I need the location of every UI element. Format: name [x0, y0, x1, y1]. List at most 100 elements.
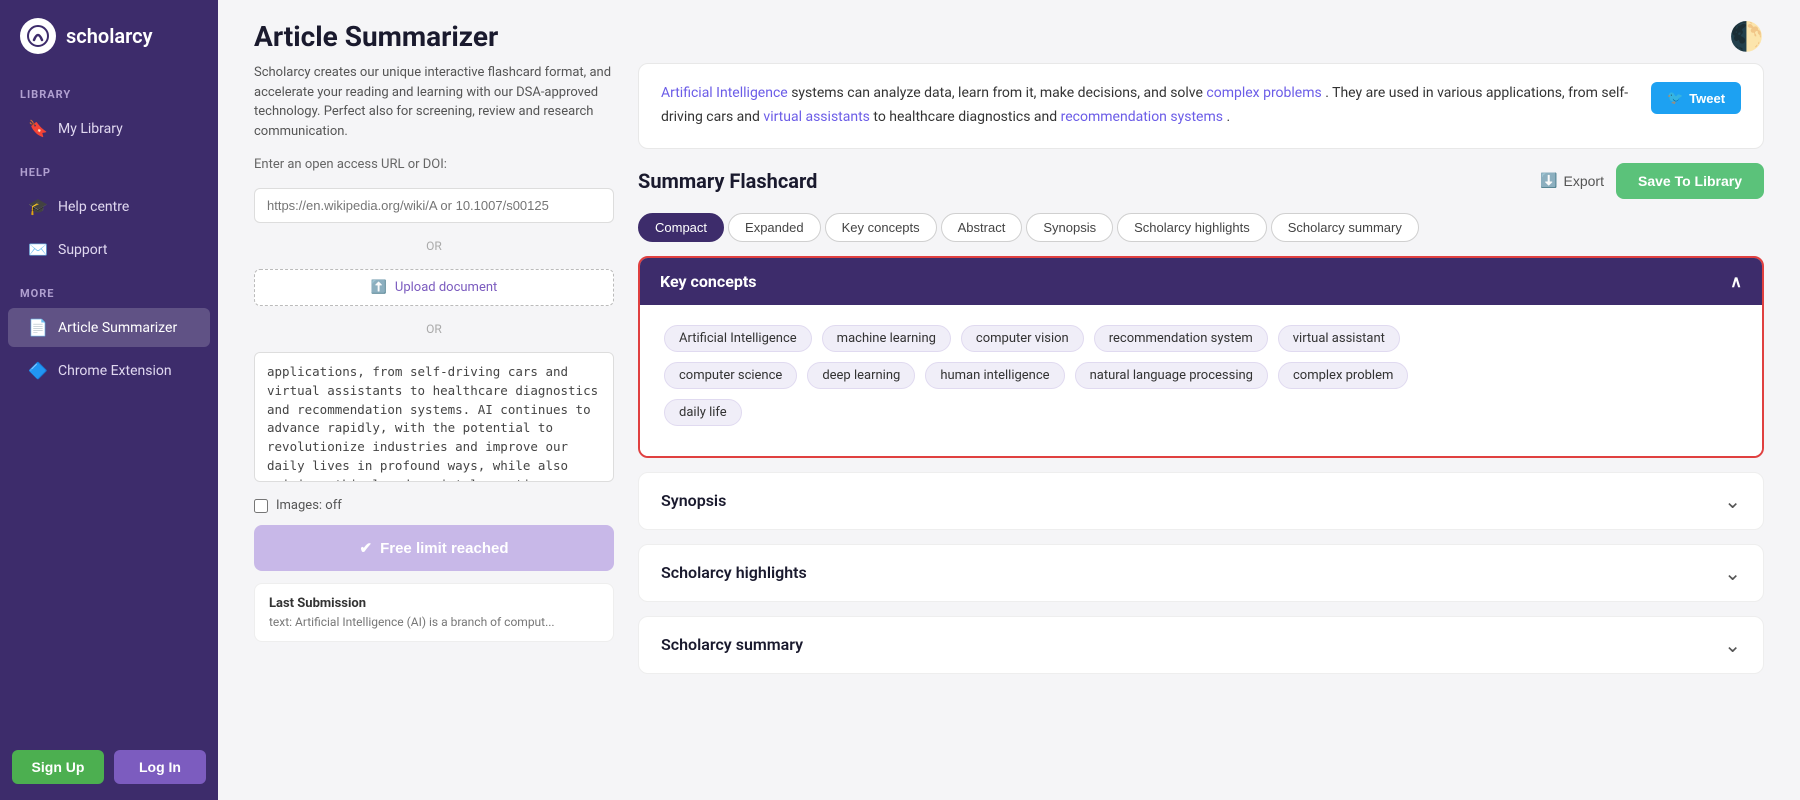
tag-recommendation-system[interactable]: recommendation system — [1094, 325, 1268, 352]
tab-key-concepts[interactable]: Key concepts — [825, 213, 937, 242]
accordion-scholarcy-summary[interactable]: Scholarcy summary ⌄ — [638, 616, 1764, 674]
tab-compact[interactable]: Compact — [638, 213, 724, 242]
support-label: Support — [58, 242, 107, 258]
sidebar-item-support[interactable]: ✉️ Support — [8, 230, 210, 269]
tag-computer-science[interactable]: computer science — [664, 362, 797, 389]
key-concepts-panel-body: Artificial Intelligence machine learning… — [640, 305, 1762, 456]
my-library-label: My Library — [58, 121, 123, 137]
right-column: Artificial Intelligence systems can anal… — [638, 63, 1764, 780]
export-label: Export — [1564, 173, 1604, 189]
tag-complex-problem[interactable]: complex problem — [1278, 362, 1408, 389]
article-textarea-wrapper: applications, from self-driving cars and… — [254, 352, 614, 486]
sidebar-item-my-library[interactable]: 🔖 My Library — [8, 109, 210, 148]
ai-link-virtual-assistants[interactable]: virtual assistants — [763, 109, 870, 125]
tab-abstract[interactable]: Abstract — [941, 213, 1023, 242]
tag-natural-language-processing[interactable]: natural language processing — [1075, 362, 1268, 389]
sidebar-item-article-summarizer[interactable]: 📄 Article Summarizer — [8, 308, 210, 347]
tag-virtual-assistant[interactable]: virtual assistant — [1278, 325, 1400, 352]
last-submission-card: Last Submission text: Artificial Intelli… — [254, 583, 614, 642]
ai-summary-text: Artificial Intelligence systems can anal… — [661, 82, 1635, 130]
ai-text-4: . — [1226, 109, 1230, 125]
ai-link-artificial-intelligence[interactable]: Artificial Intelligence — [661, 85, 788, 101]
synopsis-chevron-icon: ⌄ — [1724, 489, 1741, 513]
app-name: scholarcy — [66, 24, 153, 48]
free-limit-label: Free limit reached — [380, 540, 508, 557]
tags-row-3: daily life — [664, 399, 1738, 426]
tab-scholarcy-summary[interactable]: Scholarcy summary — [1271, 213, 1419, 242]
left-column: Scholarcy creates our unique interactive… — [254, 63, 614, 780]
article-textarea[interactable]: applications, from self-driving cars and… — [254, 352, 614, 482]
upload-document-button[interactable]: ⬆️ Upload document — [254, 269, 614, 306]
flashcard-header: Summary Flashcard ⬇️ Export Save To Libr… — [638, 163, 1764, 199]
tag-human-intelligence[interactable]: human intelligence — [925, 362, 1064, 389]
ai-text-3: to healthcare diagnostics and — [873, 109, 1060, 125]
key-concepts-panel-header[interactable]: Key concepts ∧ — [640, 258, 1762, 305]
scholarcy-highlights-title: Scholarcy highlights — [661, 563, 807, 582]
chrome-icon: 🔷 — [28, 361, 48, 380]
more-section-label: MORE — [0, 271, 218, 306]
accordion-synopsis[interactable]: Synopsis ⌄ — [638, 472, 1764, 530]
url-input[interactable] — [254, 188, 614, 223]
accordion-scholarcy-highlights[interactable]: Scholarcy highlights ⌄ — [638, 544, 1764, 602]
url-label: Enter an open access URL or DOI: — [254, 157, 614, 172]
library-section-label: LIBRARY — [0, 72, 218, 107]
logo-icon — [20, 18, 56, 54]
tweet-button[interactable]: 🐦 Tweet — [1651, 82, 1741, 114]
ai-summary-box: Artificial Intelligence systems can anal… — [638, 63, 1764, 149]
tabs-row: Compact Expanded Key concepts Abstract S… — [638, 213, 1764, 242]
ai-link-recommendation-systems[interactable]: recommendation systems — [1061, 109, 1223, 125]
tags-row-1: Artificial Intelligence machine learning… — [664, 325, 1738, 352]
scholarcy-summary-chevron-icon: ⌄ — [1724, 633, 1741, 657]
export-icon: ⬇️ — [1540, 172, 1557, 189]
main-header: Article Summarizer 🌓 — [218, 0, 1800, 63]
sidebar-logo: scholarcy — [0, 0, 218, 72]
export-button[interactable]: ⬇️ Export — [1540, 172, 1604, 189]
theme-toggle-button[interactable]: 🌓 — [1729, 20, 1764, 53]
scholarcy-summary-title: Scholarcy summary — [661, 635, 803, 654]
scholarcy-highlights-chevron-icon: ⌄ — [1724, 561, 1741, 585]
tag-artificial-intelligence[interactable]: Artificial Intelligence — [664, 325, 812, 352]
or-divider-2: OR — [254, 322, 614, 336]
article-icon: 📄 — [28, 318, 48, 337]
upload-icon: ⬆️ — [371, 280, 387, 295]
tab-scholarcy-highlights[interactable]: Scholarcy highlights — [1117, 213, 1267, 242]
checkmark-icon: ✔ — [360, 539, 373, 557]
tab-synopsis[interactable]: Synopsis — [1026, 213, 1113, 242]
free-limit-button[interactable]: ✔ Free limit reached — [254, 525, 614, 571]
key-concepts-panel: Key concepts ∧ Artificial Intelligence m… — [638, 256, 1764, 458]
content-area: Scholarcy creates our unique interactive… — [218, 63, 1800, 800]
page-title: Article Summarizer — [254, 20, 498, 53]
tag-machine-learning[interactable]: machine learning — [822, 325, 951, 352]
tab-expanded[interactable]: Expanded — [728, 213, 821, 242]
images-toggle-label[interactable]: Images: off — [254, 498, 614, 513]
tag-daily-life[interactable]: daily life — [664, 399, 742, 426]
flashcard-title: Summary Flashcard — [638, 169, 817, 193]
images-toggle-text: Images: off — [276, 498, 342, 513]
sidebar: scholarcy LIBRARY 🔖 My Library HELP 🎓 He… — [0, 0, 218, 800]
help-section-label: HELP — [0, 150, 218, 185]
last-submission-title: Last Submission — [269, 596, 599, 611]
bookmark-icon: 🔖 — [28, 119, 48, 138]
save-to-library-button[interactable]: Save To Library — [1616, 163, 1764, 199]
tweet-label: Tweet — [1689, 91, 1725, 106]
last-submission-text: text: Artificial Intelligence (AI) is a … — [269, 615, 599, 629]
sidebar-item-help-centre[interactable]: 🎓 Help centre — [8, 187, 210, 226]
key-concepts-title: Key concepts — [660, 272, 756, 291]
ai-link-complex-problems[interactable]: complex problems — [1206, 85, 1321, 101]
tags-row-2: computer science deep learning human int… — [664, 362, 1738, 389]
signup-button[interactable]: Sign Up — [12, 750, 104, 784]
login-button[interactable]: Log In — [114, 750, 206, 784]
ai-text-1: systems can analyze data, learn from it,… — [791, 85, 1206, 101]
images-checkbox[interactable] — [254, 499, 268, 513]
description-text: Scholarcy creates our unique interactive… — [254, 63, 614, 141]
sidebar-bottom-actions: Sign Up Log In — [0, 734, 218, 800]
tag-deep-learning[interactable]: deep learning — [807, 362, 915, 389]
chevron-up-icon: ∧ — [1730, 272, 1742, 291]
upload-label: Upload document — [395, 280, 497, 295]
flashcard-actions: ⬇️ Export Save To Library — [1540, 163, 1764, 199]
sidebar-item-chrome-extension[interactable]: 🔷 Chrome Extension — [8, 351, 210, 390]
support-icon: ✉️ — [28, 240, 48, 259]
article-summarizer-label: Article Summarizer — [58, 320, 177, 336]
twitter-icon: 🐦 — [1667, 90, 1683, 106]
tag-computer-vision[interactable]: computer vision — [961, 325, 1084, 352]
